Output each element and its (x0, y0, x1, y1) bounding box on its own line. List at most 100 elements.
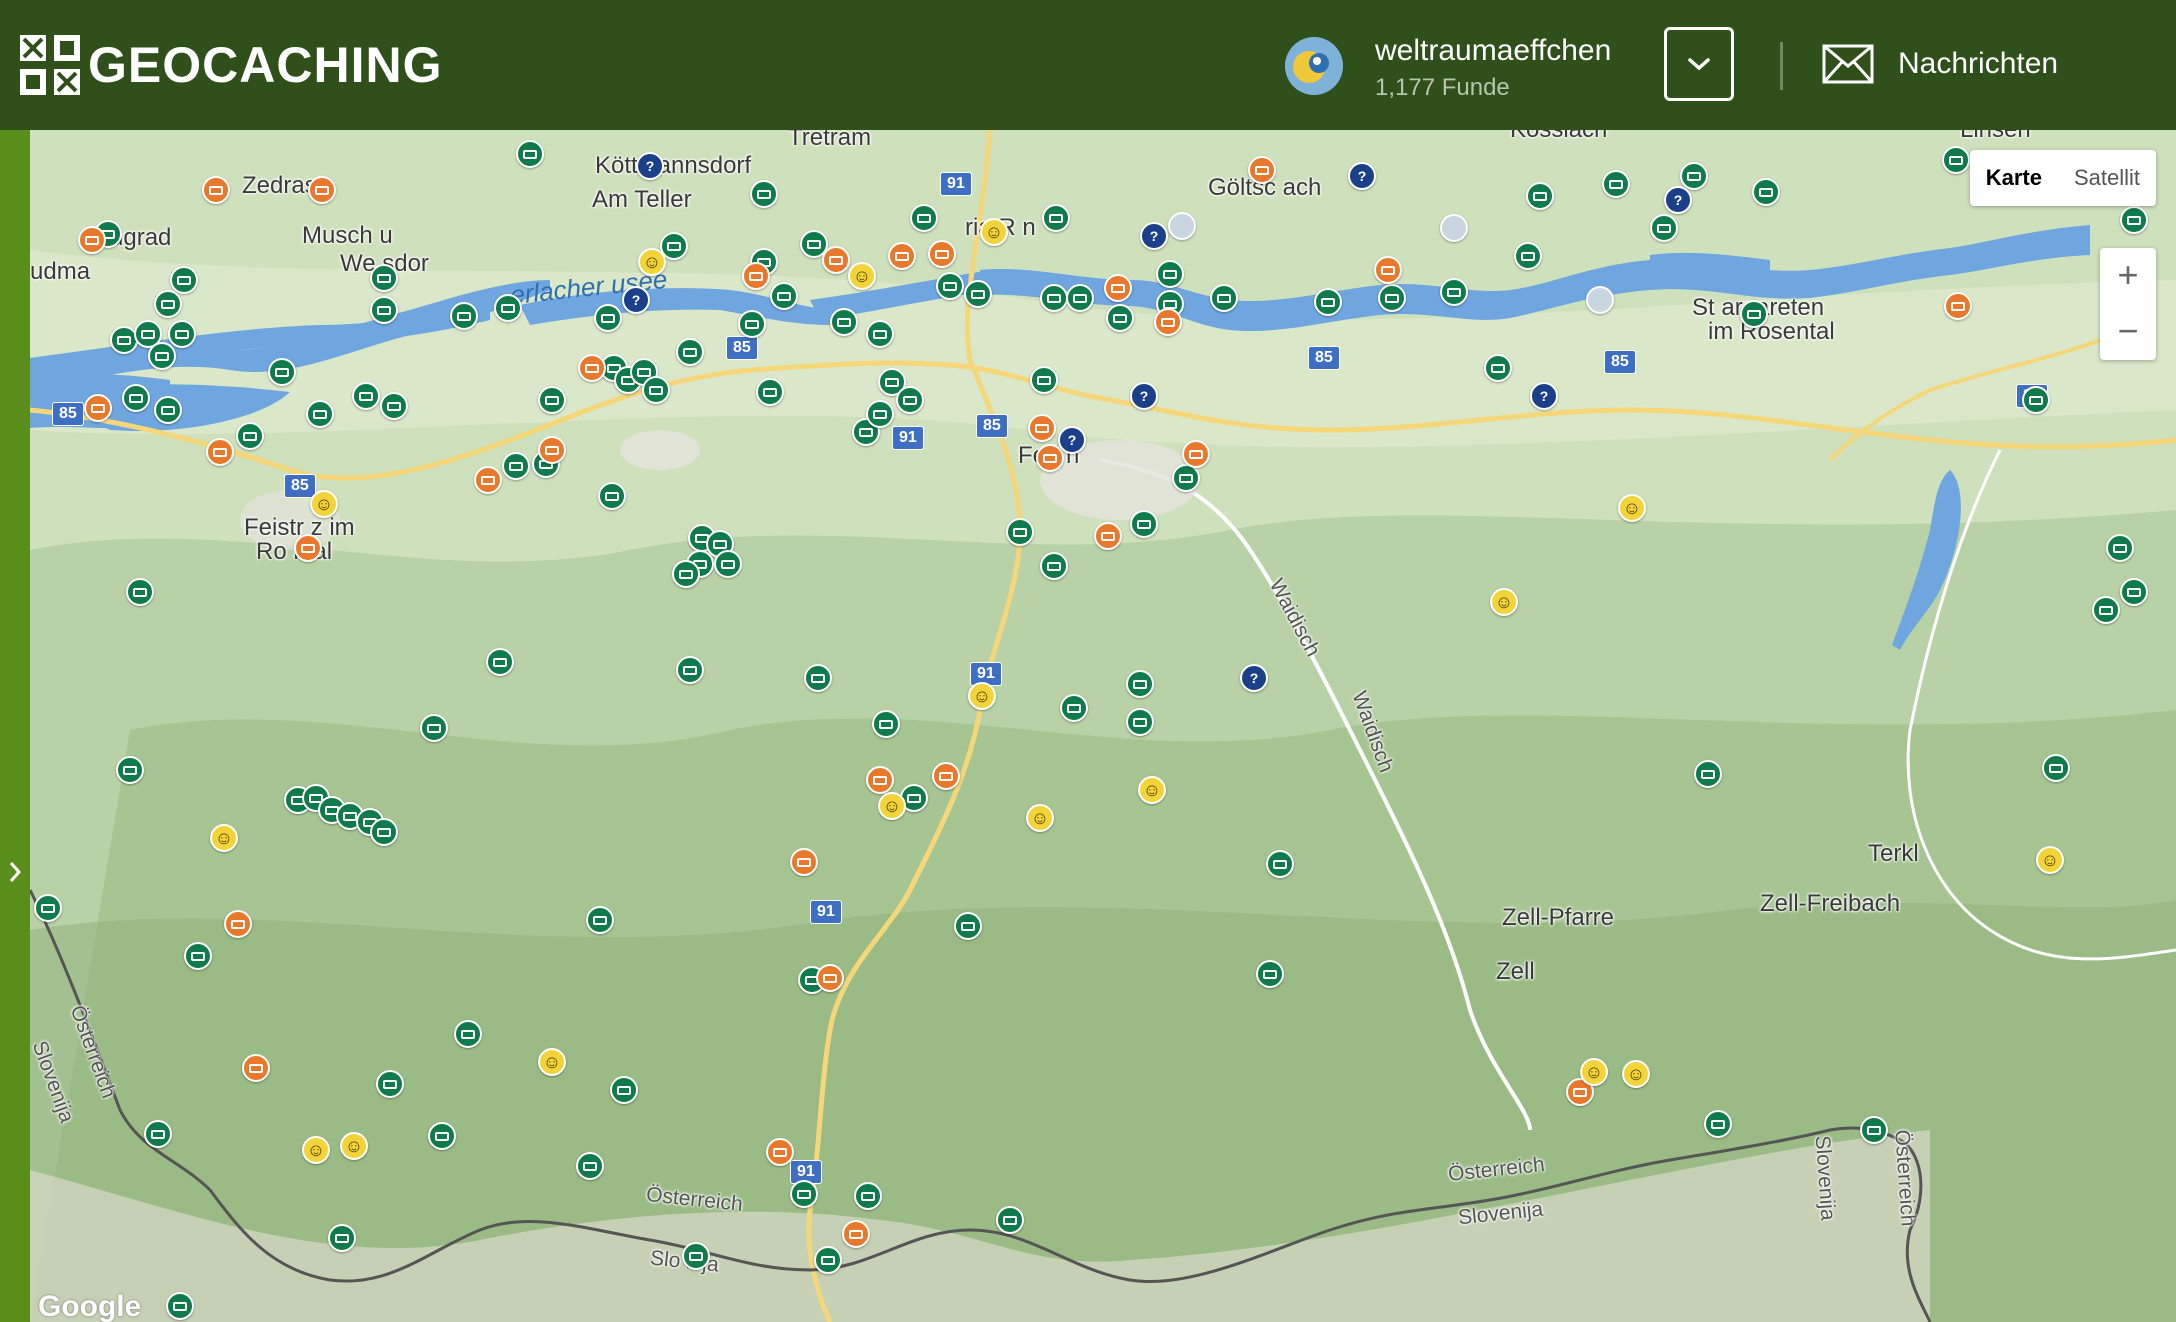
traditional-cache-marker[interactable] (126, 578, 154, 606)
event-cache-marker[interactable]: ☺ (2036, 846, 2064, 874)
google-attribution[interactable]: Google (38, 1290, 141, 1322)
traditional-cache-marker[interactable] (450, 302, 478, 330)
event-cache-marker[interactable]: ☺ (878, 792, 906, 820)
traditional-cache-marker[interactable] (1314, 288, 1342, 316)
traditional-cache-marker[interactable] (2120, 578, 2148, 606)
event-cache-marker[interactable]: ☺ (340, 1132, 368, 1160)
traditional-cache-marker[interactable] (454, 1020, 482, 1048)
sidebar-rail[interactable] (0, 130, 30, 1322)
traditional-cache-marker[interactable] (1440, 278, 1468, 306)
multi-cache-marker[interactable] (242, 1054, 270, 1082)
traditional-cache-marker[interactable] (676, 656, 704, 684)
traditional-cache-marker[interactable] (170, 266, 198, 294)
traditional-cache-marker[interactable] (586, 906, 614, 934)
traditional-cache-marker[interactable] (1694, 760, 1722, 788)
traditional-cache-marker[interactable] (352, 382, 380, 410)
traditional-cache-marker[interactable] (2106, 534, 2134, 562)
traditional-cache-marker[interactable] (896, 386, 924, 414)
multi-cache-marker[interactable] (822, 246, 850, 274)
found-cache-marker[interactable] (1440, 214, 1468, 242)
traditional-cache-marker[interactable] (682, 1242, 710, 1270)
traditional-cache-marker[interactable] (1942, 146, 1970, 174)
traditional-cache-marker[interactable] (1860, 1116, 1888, 1144)
event-cache-marker[interactable]: ☺ (210, 824, 238, 852)
traditional-cache-marker[interactable] (642, 376, 670, 404)
traditional-cache-marker[interactable] (804, 664, 832, 692)
multi-cache-marker[interactable] (84, 394, 112, 422)
multi-cache-marker[interactable] (790, 848, 818, 876)
traditional-cache-marker[interactable] (910, 204, 938, 232)
multi-cache-marker[interactable] (578, 354, 606, 382)
traditional-cache-marker[interactable] (236, 422, 264, 450)
multi-cache-marker[interactable] (1104, 274, 1132, 302)
traditional-cache-marker[interactable] (1378, 284, 1406, 312)
mystery-cache-marker[interactable]: ? (1130, 382, 1158, 410)
event-cache-marker[interactable]: ☺ (1618, 494, 1646, 522)
mystery-cache-marker[interactable]: ? (1140, 222, 1168, 250)
traditional-cache-marker[interactable] (1156, 260, 1184, 288)
avatar[interactable] (1285, 37, 1343, 95)
traditional-cache-marker[interactable] (1060, 694, 1088, 722)
traditional-cache-marker[interactable] (854, 1182, 882, 1210)
multi-cache-marker[interactable] (1182, 440, 1210, 468)
traditional-cache-marker[interactable] (2120, 206, 2148, 234)
multi-cache-marker[interactable] (1944, 292, 1972, 320)
traditional-cache-marker[interactable] (790, 1180, 818, 1208)
event-cache-marker[interactable]: ☺ (1138, 776, 1166, 804)
multi-cache-marker[interactable] (1374, 256, 1402, 284)
traditional-cache-marker[interactable] (872, 710, 900, 738)
traditional-cache-marker[interactable] (1006, 518, 1034, 546)
multi-cache-marker[interactable] (932, 762, 960, 790)
multi-cache-marker[interactable] (866, 766, 894, 794)
found-cache-marker[interactable] (1586, 286, 1614, 314)
traditional-cache-marker[interactable] (428, 1122, 456, 1150)
traditional-cache-marker[interactable] (486, 648, 514, 676)
event-cache-marker[interactable]: ☺ (980, 218, 1008, 246)
traditional-cache-marker[interactable] (954, 912, 982, 940)
username[interactable]: weltraumaeffchen (1375, 34, 1611, 68)
traditional-cache-marker[interactable] (738, 310, 766, 338)
event-cache-marker[interactable]: ☺ (538, 1048, 566, 1076)
multi-cache-marker[interactable] (928, 240, 956, 268)
multi-cache-marker[interactable] (1248, 156, 1276, 184)
traditional-cache-marker[interactable] (1126, 708, 1154, 736)
mystery-cache-marker[interactable]: ? (1348, 162, 1376, 190)
traditional-cache-marker[interactable] (370, 296, 398, 324)
traditional-cache-marker[interactable] (516, 140, 544, 168)
traditional-cache-marker[interactable] (494, 294, 522, 322)
traditional-cache-marker[interactable] (538, 386, 566, 414)
traditional-cache-marker[interactable] (1040, 552, 1068, 580)
multi-cache-marker[interactable] (842, 1220, 870, 1248)
traditional-cache-marker[interactable] (964, 280, 992, 308)
traditional-cache-marker[interactable] (1740, 300, 1768, 328)
multi-cache-marker[interactable] (206, 438, 234, 466)
zoom-out-button[interactable]: − (2100, 304, 2156, 360)
traditional-cache-marker[interactable] (122, 384, 150, 412)
traditional-cache-marker[interactable] (1030, 366, 1058, 394)
traditional-cache-marker[interactable] (420, 714, 448, 742)
traditional-cache-marker[interactable] (380, 392, 408, 420)
event-cache-marker[interactable]: ☺ (310, 490, 338, 518)
traditional-cache-marker[interactable] (814, 1246, 842, 1274)
user-menu-button[interactable] (1664, 27, 1734, 101)
event-cache-marker[interactable]: ☺ (1580, 1058, 1608, 1086)
multi-cache-marker[interactable] (474, 466, 502, 494)
traditional-cache-marker[interactable] (168, 320, 196, 348)
traditional-cache-marker[interactable] (598, 482, 626, 510)
traditional-cache-marker[interactable] (1650, 214, 1678, 242)
traditional-cache-marker[interactable] (166, 1292, 194, 1320)
event-cache-marker[interactable]: ☺ (1026, 804, 1054, 832)
geocaching-logo[interactable]: GEOCACHING (20, 30, 442, 100)
mystery-cache-marker[interactable]: ? (622, 286, 650, 314)
traditional-cache-marker[interactable] (376, 1070, 404, 1098)
traditional-cache-marker[interactable] (1266, 850, 1294, 878)
traditional-cache-marker[interactable] (996, 1206, 1024, 1234)
traditional-cache-marker[interactable] (34, 894, 62, 922)
traditional-cache-marker[interactable] (2092, 596, 2120, 624)
multi-cache-marker[interactable] (224, 910, 252, 938)
traditional-cache-marker[interactable] (866, 400, 894, 428)
traditional-cache-marker[interactable] (502, 452, 530, 480)
traditional-cache-marker[interactable] (830, 308, 858, 336)
traditional-cache-marker[interactable] (672, 560, 700, 588)
traditional-cache-marker[interactable] (770, 282, 798, 310)
